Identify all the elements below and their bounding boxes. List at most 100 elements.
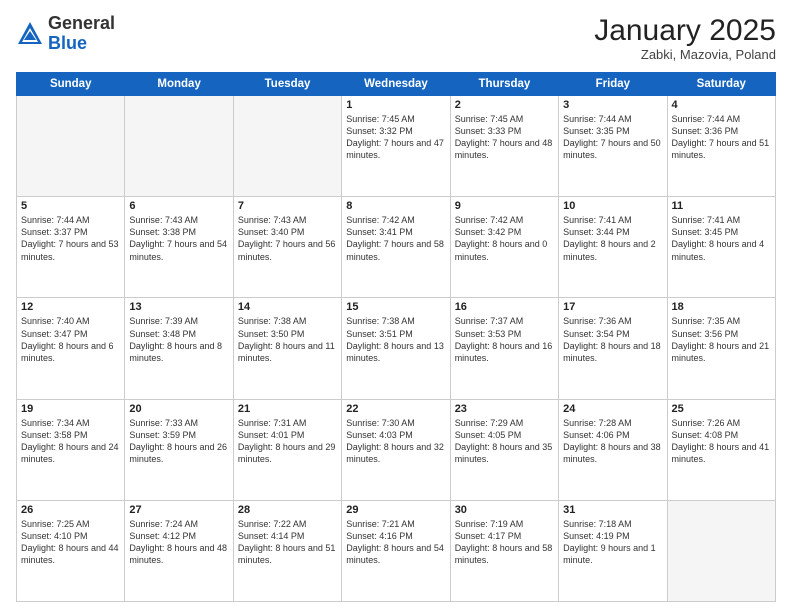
calendar: Sunday Monday Tuesday Wednesday Thursday… — [16, 72, 776, 602]
day-number: 19 — [21, 403, 120, 415]
cell-content: Sunrise: 7:19 AM Sunset: 4:17 PM Dayligh… — [455, 518, 554, 567]
cell-content: Sunrise: 7:34 AM Sunset: 3:58 PM Dayligh… — [21, 417, 120, 466]
calendar-cell: 7 Sunrise: 7:43 AM Sunset: 3:40 PM Daylig… — [233, 197, 341, 298]
cell-content: Sunrise: 7:36 AM Sunset: 3:54 PM Dayligh… — [563, 315, 662, 364]
day-number: 27 — [129, 504, 228, 516]
day-number: 29 — [346, 504, 445, 516]
calendar-cell: 19 Sunrise: 7:34 AM Sunset: 3:58 PM Dayli… — [17, 399, 125, 500]
day-number: 20 — [129, 403, 228, 415]
title-block: January 2025 Zabki, Mazovia, Poland — [594, 14, 776, 62]
day-number: 30 — [455, 504, 554, 516]
cell-content: Sunrise: 7:43 AM Sunset: 3:38 PM Dayligh… — [129, 214, 228, 263]
cell-content: Sunrise: 7:42 AM Sunset: 3:42 PM Dayligh… — [455, 214, 554, 263]
cell-content: Sunrise: 7:24 AM Sunset: 4:12 PM Dayligh… — [129, 518, 228, 567]
calendar-cell: 26Sunrise: 7:25 AM Sunset: 4:10 PM Dayli… — [17, 500, 125, 601]
calendar-cell: 23 Sunrise: 7:29 AM Sunset: 4:05 PM Dayli… — [450, 399, 558, 500]
calendar-cell: 30 Sunrise: 7:19 AM Sunset: 4:17 PM Dayli… — [450, 500, 558, 601]
calendar-cell: 3 Sunrise: 7:44 AM Sunset: 3:35 PM Daylig… — [559, 96, 667, 197]
day-number: 4 — [672, 99, 771, 111]
logo-blue: Blue — [48, 33, 87, 53]
day-number: 3 — [563, 99, 662, 111]
calendar-cell: 22 Sunrise: 7:30 AM Sunset: 4:03 PM Dayli… — [342, 399, 450, 500]
cell-content: Sunrise: 7:45 AM Sunset: 3:33 PM Dayligh… — [455, 113, 554, 162]
day-number: 2 — [455, 99, 554, 111]
logo-text: General Blue — [48, 14, 115, 54]
calendar-cell: 2 Sunrise: 7:45 AM Sunset: 3:33 PM Daylig… — [450, 96, 558, 197]
header: General Blue January 2025 Zabki, Mazovia… — [16, 14, 776, 62]
day-number: 15 — [346, 301, 445, 313]
cell-content: Sunrise: 7:44 AM Sunset: 3:35 PM Dayligh… — [563, 113, 662, 162]
cell-content: Sunrise: 7:33 AM Sunset: 3:59 PM Dayligh… — [129, 417, 228, 466]
col-sunday: Sunday — [17, 73, 125, 96]
calendar-cell: 11 Sunrise: 7:41 AM Sunset: 3:45 PM Dayli… — [667, 197, 775, 298]
calendar-cell: 31 Sunrise: 7:18 AM Sunset: 4:19 PM Dayli… — [559, 500, 667, 601]
day-number: 31 — [563, 504, 662, 516]
calendar-cell: 20 Sunrise: 7:33 AM Sunset: 3:59 PM Dayli… — [125, 399, 233, 500]
cell-content: Sunrise: 7:31 AM Sunset: 4:01 PM Dayligh… — [238, 417, 337, 466]
day-number: 16 — [455, 301, 554, 313]
day-number: 1 — [346, 99, 445, 111]
day-number: 7 — [238, 200, 337, 212]
day-number: 17 — [563, 301, 662, 313]
day-number: 6 — [129, 200, 228, 212]
calendar-cell: 8Sunrise: 7:42 AM Sunset: 3:41 PM Daylig… — [342, 197, 450, 298]
cell-content: Sunrise: 7:41 AM Sunset: 3:44 PM Dayligh… — [563, 214, 662, 263]
cell-content: Sunrise: 7:40 AM Sunset: 3:47 PM Dayligh… — [21, 315, 120, 364]
day-number: 10 — [563, 200, 662, 212]
cell-content: Sunrise: 7:22 AM Sunset: 4:14 PM Dayligh… — [238, 518, 337, 567]
cell-content: Sunrise: 7:38 AM Sunset: 3:51 PM Dayligh… — [346, 315, 445, 364]
day-number: 13 — [129, 301, 228, 313]
cell-content: Sunrise: 7:35 AM Sunset: 3:56 PM Dayligh… — [672, 315, 771, 364]
col-tuesday: Tuesday — [233, 73, 341, 96]
cell-content: Sunrise: 7:43 AM Sunset: 3:40 PM Dayligh… — [238, 214, 337, 263]
calendar-cell: 29 Sunrise: 7:21 AM Sunset: 4:16 PM Dayli… — [342, 500, 450, 601]
logo: General Blue — [16, 14, 115, 54]
col-saturday: Saturday — [667, 73, 775, 96]
cell-content: Sunrise: 7:29 AM Sunset: 4:05 PM Dayligh… — [455, 417, 554, 466]
cell-content: Sunrise: 7:45 AM Sunset: 3:32 PM Dayligh… — [346, 113, 445, 162]
day-number: 9 — [455, 200, 554, 212]
col-friday: Friday — [559, 73, 667, 96]
calendar-cell: 17 Sunrise: 7:36 AM Sunset: 3:54 PM Dayli… — [559, 298, 667, 399]
calendar-week-2: 5Sunrise: 7:44 AM Sunset: 3:37 PM Daylig… — [17, 197, 776, 298]
day-number: 14 — [238, 301, 337, 313]
cell-content: Sunrise: 7:39 AM Sunset: 3:48 PM Dayligh… — [129, 315, 228, 364]
cell-content: Sunrise: 7:18 AM Sunset: 4:19 PM Dayligh… — [563, 518, 662, 567]
calendar-cell: 21 Sunrise: 7:31 AM Sunset: 4:01 PM Dayli… — [233, 399, 341, 500]
calendar-cell: 28 Sunrise: 7:22 AM Sunset: 4:14 PM Dayli… — [233, 500, 341, 601]
calendar-cell: 16 Sunrise: 7:37 AM Sunset: 3:53 PM Dayli… — [450, 298, 558, 399]
day-number: 21 — [238, 403, 337, 415]
day-number: 25 — [672, 403, 771, 415]
cell-content: Sunrise: 7:37 AM Sunset: 3:53 PM Dayligh… — [455, 315, 554, 364]
cell-content: Sunrise: 7:42 AM Sunset: 3:41 PM Dayligh… — [346, 214, 445, 263]
cell-content: Sunrise: 7:26 AM Sunset: 4:08 PM Dayligh… — [672, 417, 771, 466]
cell-content: Sunrise: 7:28 AM Sunset: 4:06 PM Dayligh… — [563, 417, 662, 466]
cell-content: Sunrise: 7:21 AM Sunset: 4:16 PM Dayligh… — [346, 518, 445, 567]
location-subtitle: Zabki, Mazovia, Poland — [594, 47, 776, 62]
day-number: 11 — [672, 200, 771, 212]
calendar-week-3: 12 Sunrise: 7:40 AM Sunset: 3:47 PM Dayli… — [17, 298, 776, 399]
logo-general: General — [48, 13, 115, 33]
col-thursday: Thursday — [450, 73, 558, 96]
col-wednesday: Wednesday — [342, 73, 450, 96]
day-number: 23 — [455, 403, 554, 415]
calendar-cell: 9 Sunrise: 7:42 AM Sunset: 3:42 PM Daylig… — [450, 197, 558, 298]
day-number: 26 — [21, 504, 120, 516]
calendar-cell — [667, 500, 775, 601]
page: General Blue January 2025 Zabki, Mazovia… — [0, 0, 792, 612]
day-number: 22 — [346, 403, 445, 415]
day-number: 28 — [238, 504, 337, 516]
day-number: 12 — [21, 301, 120, 313]
calendar-week-4: 19 Sunrise: 7:34 AM Sunset: 3:58 PM Dayli… — [17, 399, 776, 500]
calendar-week-5: 26Sunrise: 7:25 AM Sunset: 4:10 PM Dayli… — [17, 500, 776, 601]
calendar-cell: 14 Sunrise: 7:38 AM Sunset: 3:50 PM Dayli… — [233, 298, 341, 399]
day-number: 5 — [21, 200, 120, 212]
day-number: 24 — [563, 403, 662, 415]
calendar-cell — [17, 96, 125, 197]
cell-content: Sunrise: 7:38 AM Sunset: 3:50 PM Dayligh… — [238, 315, 337, 364]
cell-content: Sunrise: 7:41 AM Sunset: 3:45 PM Dayligh… — [672, 214, 771, 263]
cell-content: Sunrise: 7:30 AM Sunset: 4:03 PM Dayligh… — [346, 417, 445, 466]
calendar-cell: 10 Sunrise: 7:41 AM Sunset: 3:44 PM Dayli… — [559, 197, 667, 298]
calendar-header-row: Sunday Monday Tuesday Wednesday Thursday… — [17, 73, 776, 96]
calendar-cell: 1 Sunrise: 7:45 AM Sunset: 3:32 PM Daylig… — [342, 96, 450, 197]
